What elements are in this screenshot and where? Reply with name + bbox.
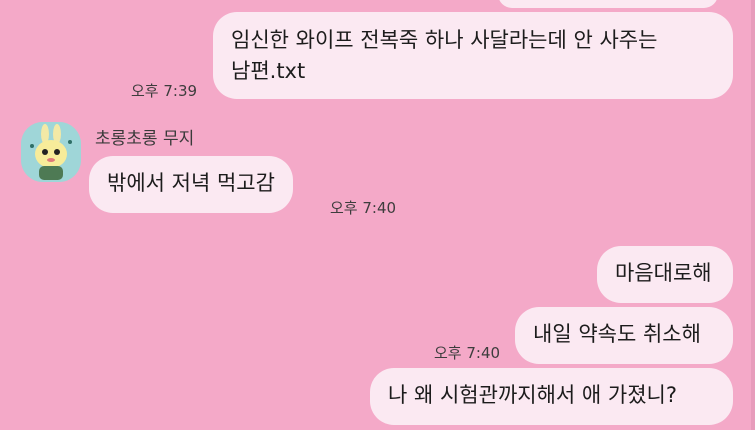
scroll-edge bbox=[751, 0, 755, 430]
message-3-text: 마음대로해 bbox=[615, 261, 712, 285]
message-4-text: 내일 약속도 취소해 bbox=[533, 322, 701, 346]
muji-rabbit-avatar-icon[interactable] bbox=[21, 122, 81, 182]
message-bubble-5[interactable]: 나 왜 시험관까지해서 애 가졌니? bbox=[370, 368, 733, 425]
message-2-text: 밖에서 저녁 먹고감 bbox=[107, 171, 275, 195]
sender-name[interactable]: 초롱초롱 무지 bbox=[95, 124, 194, 149]
message-2-time: 오후 7:40 bbox=[330, 199, 397, 217]
message-bubble-2[interactable]: 밖에서 저녁 먹고감 bbox=[89, 156, 293, 213]
message-bubble-1[interactable]: 임신한 와이프 전복죽 하나 사달라는데 안 사주는 남편.txt bbox=[213, 12, 733, 99]
message-5-text: 나 왜 시험관까지해서 애 가졌니? bbox=[388, 383, 678, 407]
message-bubble-3[interactable]: 마음대로해 bbox=[597, 246, 733, 303]
message-1-line-2: 남편.txt bbox=[231, 59, 306, 83]
message-1-time: 오후 7:39 bbox=[131, 82, 198, 100]
message-4-time: 오후 7:40 bbox=[434, 344, 501, 362]
message-1-line-1: 임신한 와이프 전복죽 하나 사달라는데 안 사주는 bbox=[231, 28, 658, 52]
previous-message-bubble[interactable] bbox=[498, 0, 718, 8]
chat-area[interactable]: 임신한 와이프 전복죽 하나 사달라는데 안 사주는 남편.txt 오후 7:3… bbox=[0, 0, 755, 430]
message-bubble-4[interactable]: 내일 약속도 취소해 bbox=[515, 307, 733, 364]
